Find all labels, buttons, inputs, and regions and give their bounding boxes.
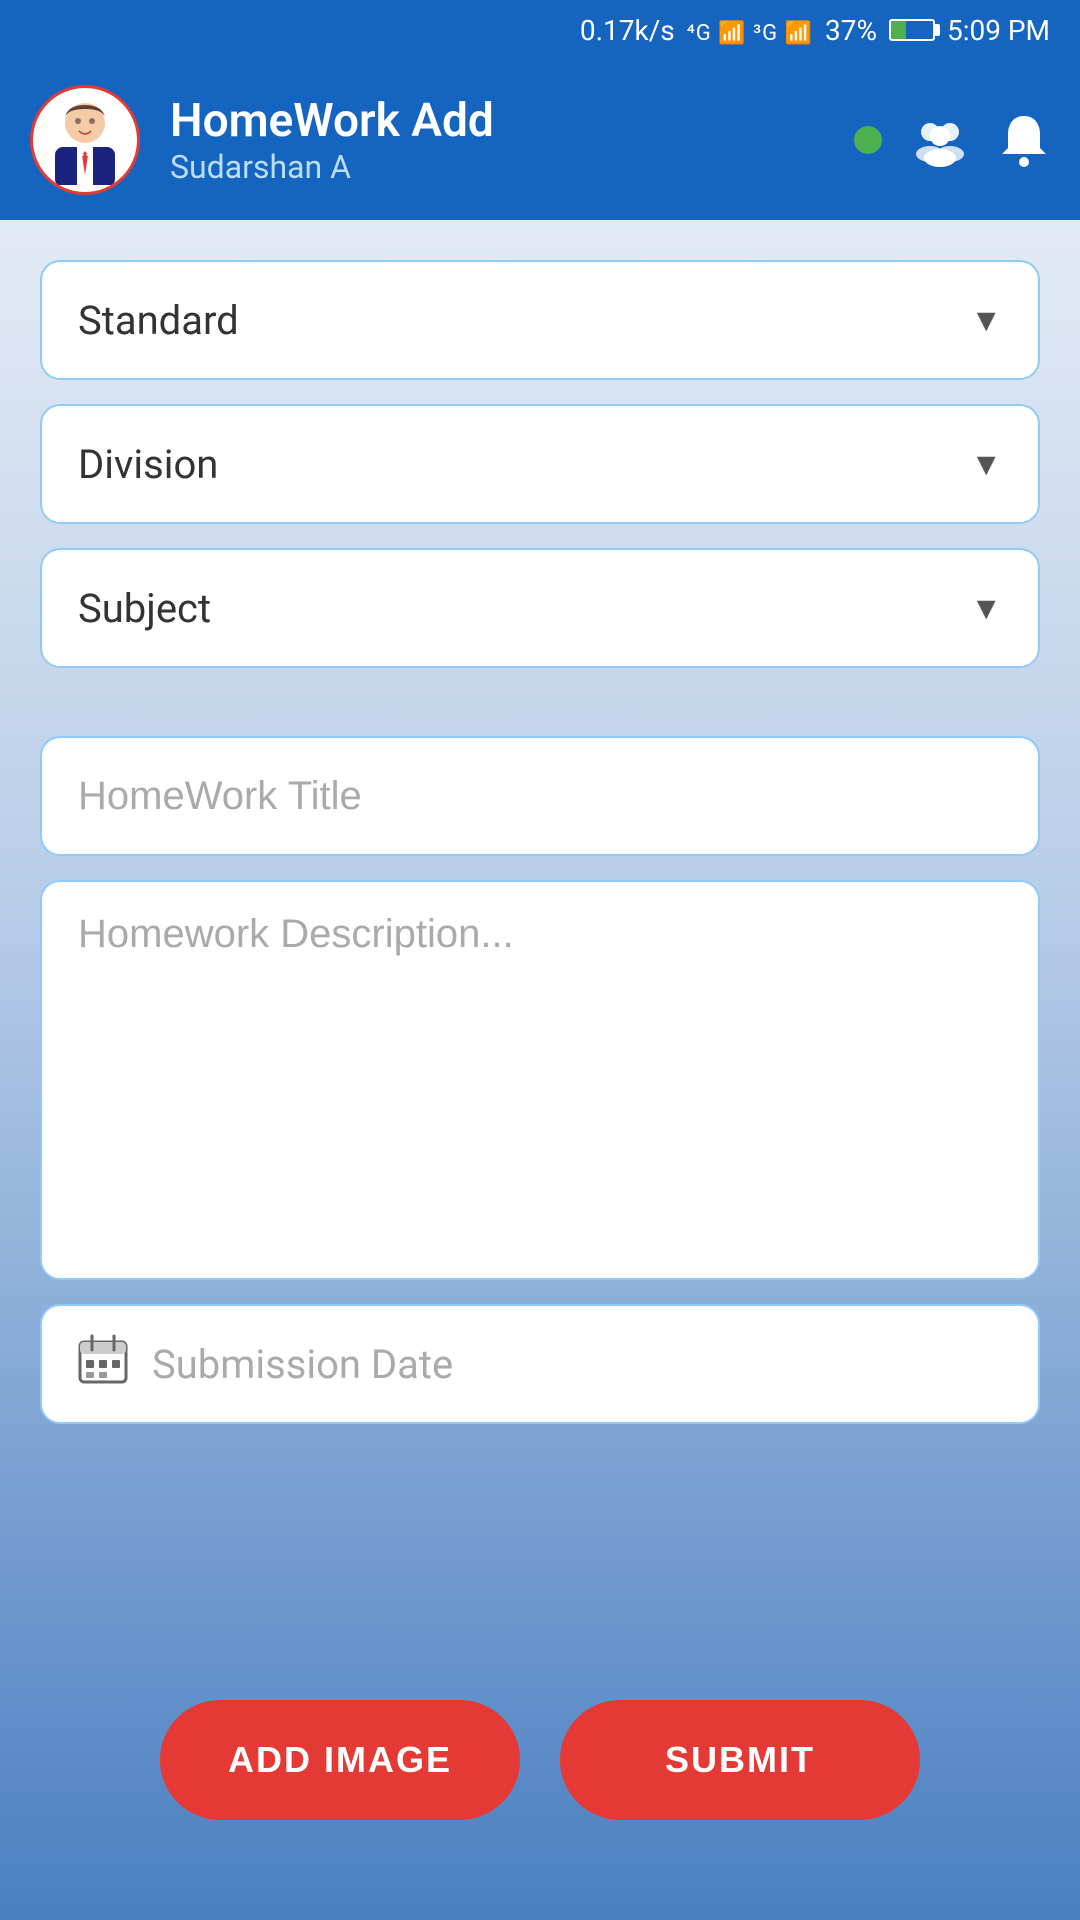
group-icon[interactable] xyxy=(912,112,968,168)
homework-description-textarea[interactable] xyxy=(40,880,1040,1280)
submission-date-field[interactable]: Submission Date xyxy=(40,1304,1040,1424)
header-actions xyxy=(854,112,1050,168)
avatar-image xyxy=(40,95,130,185)
subject-label: Subject xyxy=(78,585,211,632)
network-speed: 0.17k/s xyxy=(580,14,675,47)
standard-label: Standard xyxy=(78,297,239,344)
online-status-indicator xyxy=(854,126,882,154)
homework-title-input[interactable] xyxy=(40,736,1040,856)
status-bar: 0.17k/s ⁴G 📶 ³G 📶 37% 5:09 PM xyxy=(0,0,1080,60)
battery-percent: 37% xyxy=(825,14,877,47)
battery-icon xyxy=(889,19,935,41)
header-text: HomeWork Add Sudarshan A xyxy=(170,94,824,186)
standard-chevron-icon: ▼ xyxy=(970,301,1002,339)
avatar xyxy=(30,85,140,195)
time-display: 5:09 PM xyxy=(947,14,1050,47)
division-chevron-icon: ▼ xyxy=(970,445,1002,483)
submit-button[interactable]: SUBMIT xyxy=(560,1700,920,1820)
subject-dropdown[interactable]: Subject ▼ xyxy=(40,548,1040,668)
app-bar: HomeWork Add Sudarshan A xyxy=(0,60,1080,220)
network-icons: ⁴G 📶 ³G 📶 xyxy=(687,14,813,47)
calendar-icon xyxy=(78,1334,128,1395)
subject-chevron-icon: ▼ xyxy=(970,589,1002,627)
main-content: Standard ▼ Division ▼ Subject ▼ xyxy=(0,220,1080,1920)
page-title: HomeWork Add xyxy=(170,94,824,148)
standard-dropdown[interactable]: Standard ▼ xyxy=(40,260,1040,380)
add-image-button[interactable]: ADD IMAGE xyxy=(160,1700,520,1820)
division-dropdown[interactable]: Division ▼ xyxy=(40,404,1040,524)
bottom-actions: ADD IMAGE SUBMIT xyxy=(40,1448,1040,1880)
user-name: Sudarshan A xyxy=(170,148,824,186)
spacer xyxy=(40,692,1040,712)
submission-date-placeholder: Submission Date xyxy=(152,1341,453,1388)
notification-icon[interactable] xyxy=(998,112,1050,168)
division-label: Division xyxy=(78,441,218,488)
